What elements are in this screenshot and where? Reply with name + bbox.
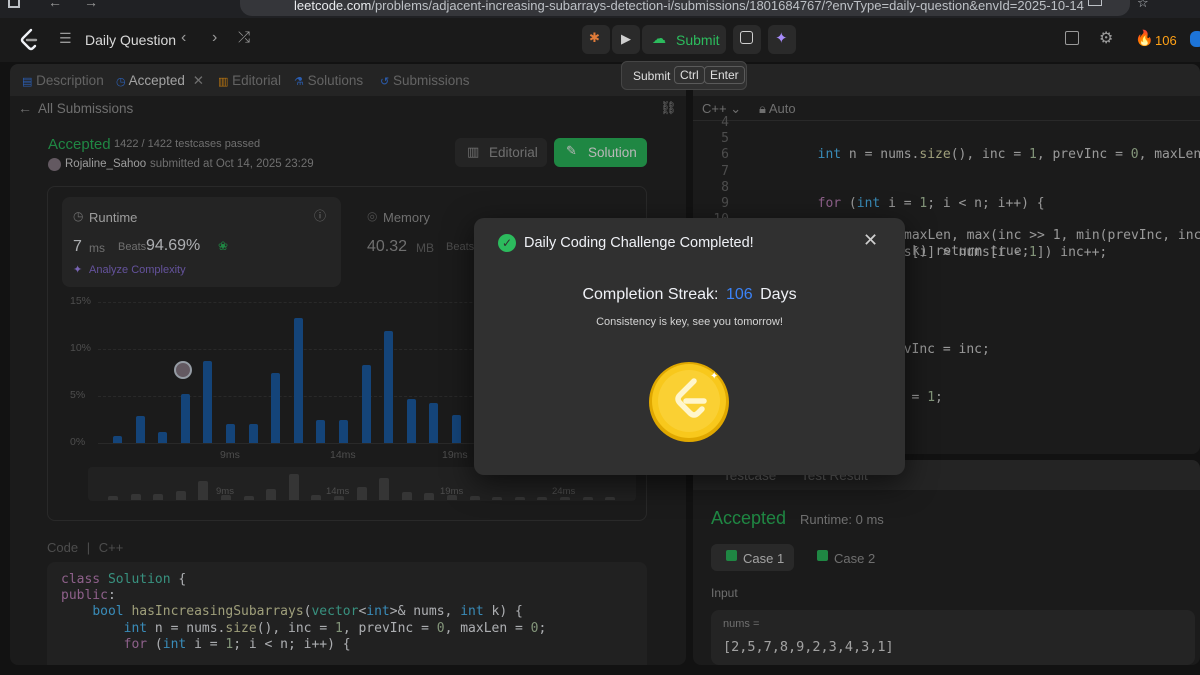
reading-mode-icon[interactable] [1088, 0, 1102, 6]
browser-tab-icon[interactable] [8, 0, 20, 8]
submit-button[interactable]: ☁ Submit [642, 25, 726, 54]
svg-text:✦: ✦ [710, 371, 718, 382]
top-navigation: ☰ Daily Question ‹ › ⤮ ✱ ▶ ☁ Submit ✦ ⚙ … [0, 18, 1200, 62]
gold-coin-icon: ✦ [649, 362, 729, 442]
prev-problem-icon[interactable]: ‹ [181, 29, 186, 47]
daily-challenge-modal: ✓ Daily Coding Challenge Completed! ✕ Co… [474, 218, 905, 475]
leetcode-logo-icon[interactable] [18, 28, 40, 52]
modal-title: Daily Coding Challenge Completed! [524, 235, 754, 251]
submit-label: Submit [676, 32, 720, 48]
address-bar[interactable]: leetcode.com/problems/adjacent-increasin… [240, 0, 1130, 16]
avatar[interactable] [1190, 31, 1200, 47]
next-problem-icon[interactable]: › [212, 29, 217, 47]
back-arrow-icon[interactable]: ← [48, 0, 62, 10]
bookmark-star-icon[interactable]: ☆ [1137, 0, 1149, 11]
shuffle-icon[interactable]: ⤮ [238, 29, 250, 46]
problem-list-icon[interactable]: ☰ [59, 30, 72, 47]
submit-shortcut-tooltip: Submit Ctrl Enter [621, 61, 747, 90]
sparkle-icon: ✦ [775, 30, 788, 47]
settings-gear-icon[interactable]: ⚙ [1099, 28, 1113, 48]
forward-arrow-icon[interactable]: → [84, 0, 98, 10]
modal-message: Consistency is key, see you tomorrow! [596, 316, 783, 328]
close-icon[interactable]: ✕ [863, 230, 878, 251]
debug-button[interactable]: ✱ [582, 25, 610, 54]
problem-list-title[interactable]: Daily Question [85, 32, 176, 48]
note-icon [740, 31, 753, 44]
play-icon: ▶ [621, 31, 631, 46]
notes-button[interactable] [733, 25, 761, 54]
streak-line: Completion Streak: 106 Days [582, 286, 797, 303]
check-circle-icon: ✓ [498, 234, 516, 252]
streak-count[interactable]: 106 [1155, 33, 1177, 48]
ai-assistant-button[interactable]: ✦ [768, 25, 796, 54]
layout-grid-icon[interactable] [1065, 31, 1079, 45]
bug-icon: ✱ [589, 30, 600, 45]
cloud-upload-icon: ☁ [652, 30, 666, 46]
run-button[interactable]: ▶ [612, 25, 640, 54]
browser-bar: ← → leetcode.com/problems/adjacent-incre… [0, 0, 1200, 18]
url-host: leetcode.com [294, 0, 372, 13]
fire-streak-icon[interactable]: 🔥 [1135, 29, 1154, 47]
url-path: /problems/adjacent-increasing-subarrays-… [371, 0, 1084, 13]
